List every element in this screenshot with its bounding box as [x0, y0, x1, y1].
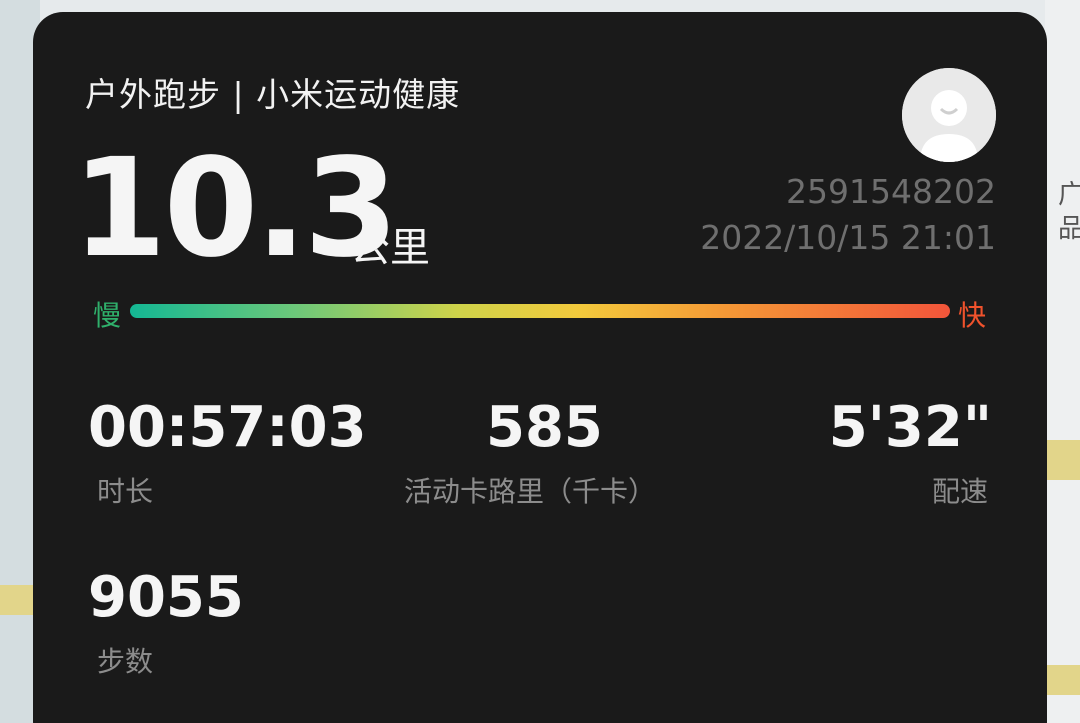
distance-value: 10.3 — [72, 130, 399, 288]
map-area-right — [1045, 0, 1080, 723]
workout-title: 户外跑步 | 小米运动健康 — [85, 75, 461, 114]
map-road — [1045, 665, 1080, 695]
speed-gradient-bar — [130, 304, 950, 318]
calories-label: 活动卡路里（千卡） — [404, 475, 657, 508]
steps-value: 9055 — [88, 565, 244, 630]
map-road — [1045, 440, 1080, 480]
distance-unit: 公里 — [350, 225, 430, 271]
user-id: 2591548202 — [786, 172, 996, 211]
duration-value: 00:57:03 — [88, 395, 367, 460]
pace-label: 配速 — [931, 475, 988, 508]
default-avatar-icon[interactable] — [902, 68, 996, 162]
workout-datetime: 2022/10/15 21:01 — [700, 218, 996, 257]
steps-label: 步数 — [97, 645, 154, 678]
map-place-label: 广 品 — [1058, 180, 1080, 244]
speed-legend-slow: 慢 — [93, 299, 122, 332]
pace-value: 5'32" — [828, 395, 992, 460]
speed-legend-fast: 快 — [958, 299, 987, 332]
duration-label: 时长 — [97, 475, 154, 508]
calories-value: 585 — [486, 395, 603, 460]
